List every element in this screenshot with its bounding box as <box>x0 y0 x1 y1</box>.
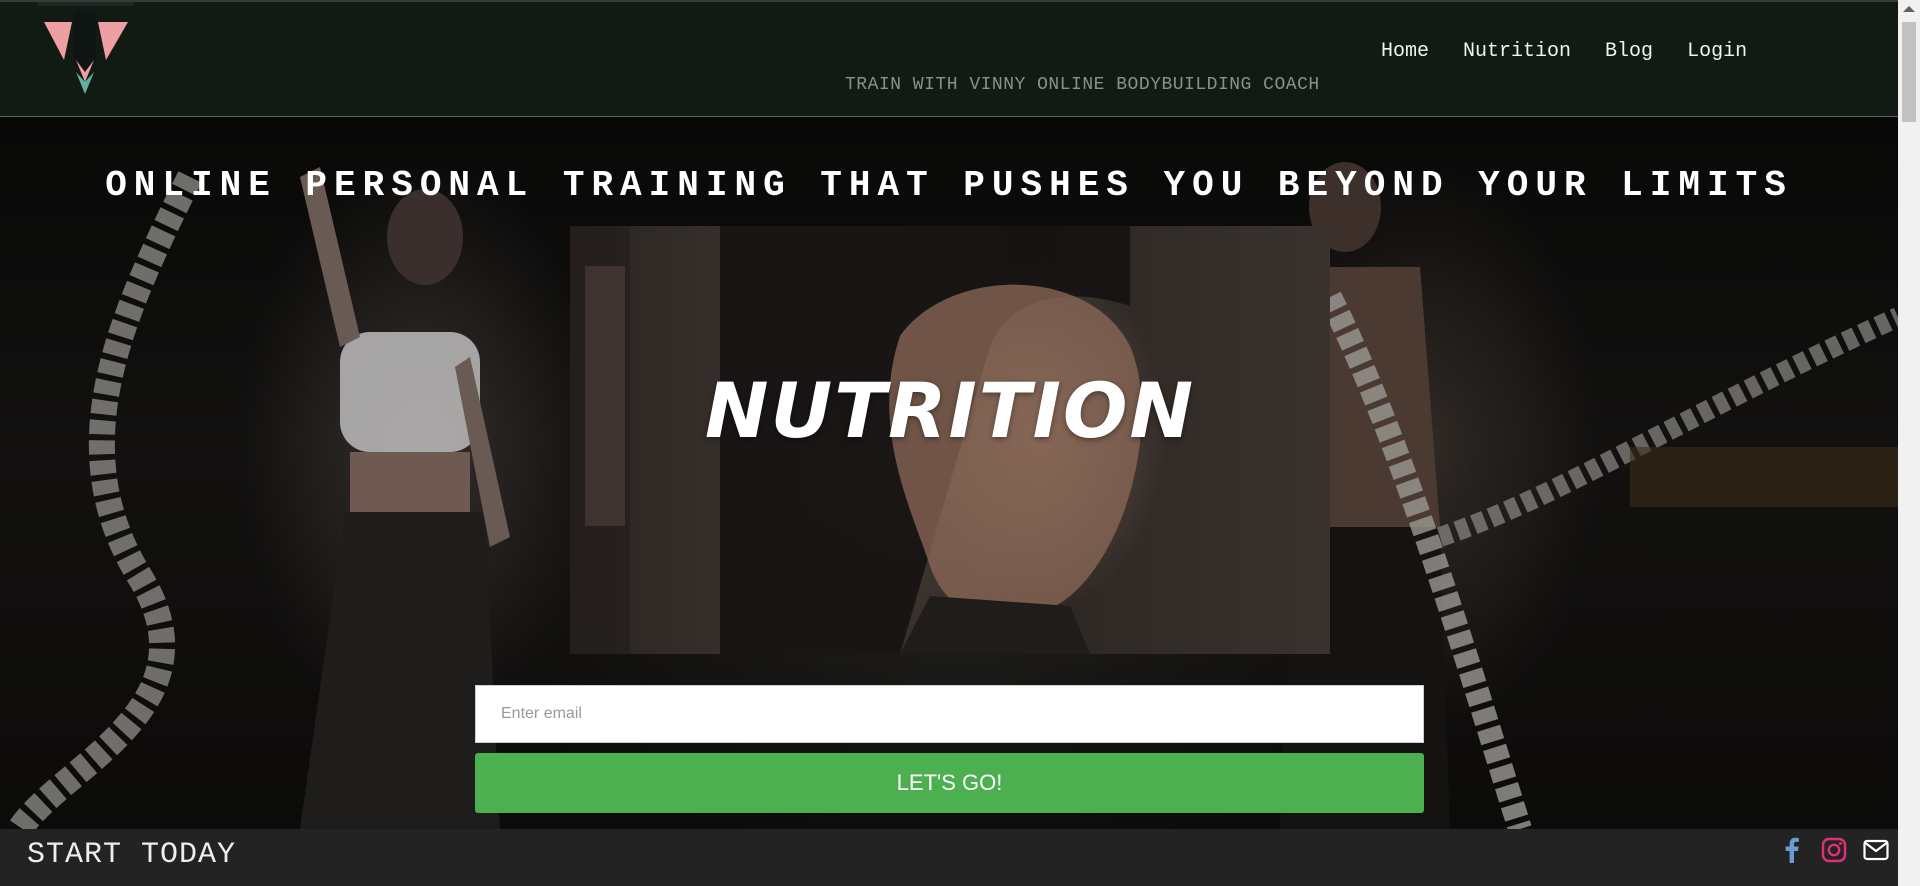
nav-home[interactable]: Home <box>1381 40 1429 63</box>
nav-blog[interactable]: Blog <box>1605 40 1653 63</box>
nutrition-feature-image[interactable]: NUTRITION <box>570 226 1330 654</box>
facebook-icon[interactable] <box>1778 836 1806 864</box>
hero-section: ONLINE PERSONAL TRAINING THAT PUSHES YOU… <box>0 117 1898 829</box>
feature-title: NUTRITION <box>704 366 1196 455</box>
footer-cta-text: START TODAY <box>27 838 237 872</box>
vertical-scrollbar[interactable] <box>1898 0 1920 886</box>
site-footer: START TODAY <box>0 829 1898 886</box>
lets-go-button[interactable]: LET'S GO! <box>475 753 1424 813</box>
nav-nutrition[interactable]: Nutrition <box>1463 40 1571 63</box>
social-links <box>1778 836 1890 864</box>
site-logo[interactable] <box>36 2 136 100</box>
scroll-up-arrow-icon[interactable] <box>1903 6 1915 12</box>
scrollbar-thumb[interactable] <box>1902 22 1916 122</box>
mail-icon[interactable] <box>1862 836 1890 864</box>
email-input[interactable] <box>475 685 1424 743</box>
site-tagline: TRAIN WITH VINNY ONLINE BODYBUILDING COA… <box>845 75 1320 95</box>
hero-headline: ONLINE PERSONAL TRAINING THAT PUSHES YOU… <box>105 165 1793 206</box>
site-header: Home Nutrition Blog Login TRAIN WITH VIN… <box>0 0 1898 117</box>
nav-login[interactable]: Login <box>1687 40 1747 63</box>
instagram-icon[interactable] <box>1820 836 1848 864</box>
main-nav: Home Nutrition Blog Login <box>1381 40 1747 63</box>
